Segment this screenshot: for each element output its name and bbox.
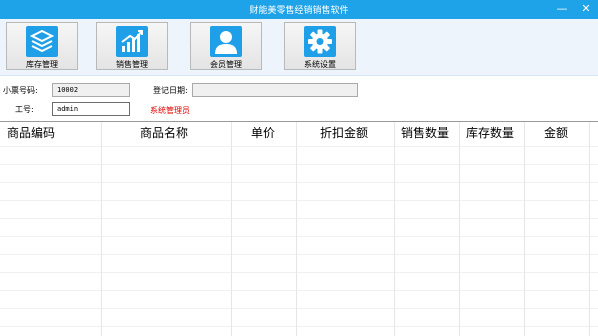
toolbar: 库存管理 销售管理 会员管理 系统设置 xyxy=(0,19,598,76)
bar-chart-icon xyxy=(116,26,148,57)
role-text: 系统管理员 xyxy=(150,106,190,115)
close-button[interactable]: ✕ xyxy=(574,0,598,19)
user-icon xyxy=(210,26,242,57)
staff-id-label: 工号: xyxy=(15,105,34,114)
column-header-unit-price[interactable]: 单价 xyxy=(251,125,275,141)
inventory-management-button[interactable]: 库存管理 xyxy=(6,22,78,70)
ticket-number-field[interactable]: 10002 xyxy=(52,83,130,97)
column-header-discount-amount[interactable]: 折扣金额 xyxy=(320,125,368,141)
staff-id-field[interactable]: admin xyxy=(52,102,130,116)
column-header-product-name[interactable]: 商品名称 xyxy=(140,125,188,141)
column-header-product-code[interactable]: 商品编码 xyxy=(7,125,55,141)
member-management-button[interactable]: 会员管理 xyxy=(190,22,262,70)
system-settings-label: 系统设置 xyxy=(304,60,336,69)
sales-management-label: 销售管理 xyxy=(116,60,148,69)
register-date-label: 登记日期: xyxy=(153,86,188,95)
grid-header: 商品编码 商品名称 单价 折扣金额 销售数量 库存数量 金额 xyxy=(0,122,598,146)
column-header-sale-quantity[interactable]: 销售数量 xyxy=(401,125,449,141)
window-title: 财能美零售经销销售软件 xyxy=(249,6,349,16)
ticket-number-label: 小票号码: xyxy=(3,86,38,95)
inventory-management-label: 库存管理 xyxy=(26,60,58,69)
gear-icon xyxy=(304,26,336,57)
stack-layers-icon xyxy=(26,26,58,57)
member-management-label: 会员管理 xyxy=(210,60,242,69)
sale-form: 小票号码: 10002 登记日期: 工号: admin 系统管理员 xyxy=(0,76,598,121)
title-bar: 财能美零售经销销售软件 — ✕ xyxy=(0,0,598,19)
system-settings-button[interactable]: 系统设置 xyxy=(284,22,356,70)
product-grid[interactable]: 商品编码 商品名称 单价 折扣金额 销售数量 库存数量 金额 xyxy=(0,121,598,336)
column-header-amount[interactable]: 金额 xyxy=(544,125,568,141)
sales-management-button[interactable]: 销售管理 xyxy=(96,22,168,70)
register-date-field[interactable] xyxy=(192,83,358,97)
minimize-button[interactable]: — xyxy=(550,0,574,19)
column-header-stock-quantity[interactable]: 库存数量 xyxy=(466,125,514,141)
